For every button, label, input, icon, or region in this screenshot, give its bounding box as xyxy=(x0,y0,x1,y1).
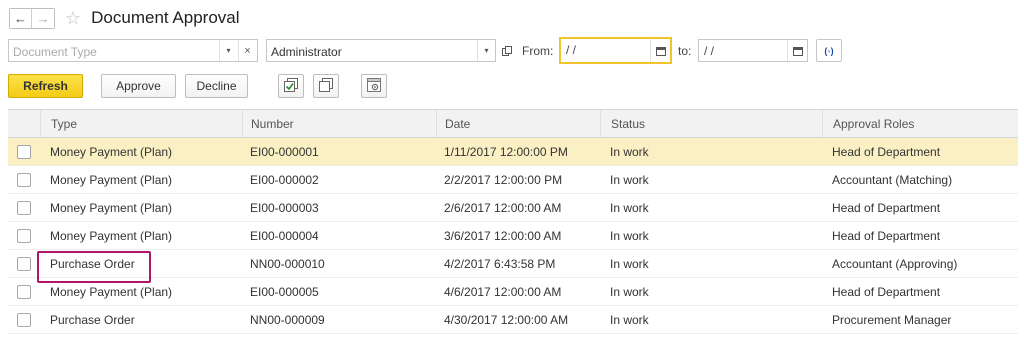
uncheck-all-button[interactable] xyxy=(313,74,339,98)
row-checkbox[interactable] xyxy=(17,172,31,187)
star-favorite-icon[interactable]: ☆ xyxy=(65,9,81,27)
table-row[interactable]: Money Payment (Plan) EI00-000003 2/6/201… xyxy=(8,194,1018,222)
clear-icon[interactable]: × xyxy=(238,40,256,61)
row-checkbox[interactable] xyxy=(17,200,31,215)
type-cell: Money Payment (Plan) xyxy=(50,144,173,159)
type-cell: Money Payment (Plan) xyxy=(50,200,173,215)
status-cell: In work xyxy=(610,144,649,159)
calendar-icon[interactable] xyxy=(787,40,807,61)
column-header-type[interactable]: Type xyxy=(40,110,242,137)
calendar-icon[interactable] xyxy=(650,39,670,62)
number-cell: EI00-000001 xyxy=(250,144,319,159)
row-checkbox[interactable] xyxy=(17,256,31,271)
row-checkbox-cell xyxy=(8,222,40,249)
table-row[interactable]: Purchase Order NN00-000009 4/30/2017 12:… xyxy=(8,306,1018,334)
status-cell: In work xyxy=(610,228,649,243)
date-cell: 3/6/2017 12:00:00 AM xyxy=(444,228,562,243)
row-checkbox-cell xyxy=(8,166,40,193)
filter-row: Document Type ▾ × Administrator ▾ From: … xyxy=(8,37,1018,64)
document-type-field[interactable]: Document Type ▾ × xyxy=(8,39,258,62)
settings-button[interactable] xyxy=(361,74,387,98)
approval-role-cell: Head of Department xyxy=(832,284,941,299)
type-cell: Money Payment (Plan) xyxy=(50,172,173,187)
type-cell: Purchase Order xyxy=(50,256,135,271)
uncheck-all-icon xyxy=(319,77,333,95)
from-date-value: / / xyxy=(566,43,577,57)
status-cell: In work xyxy=(610,256,649,271)
check-all-button[interactable] xyxy=(278,74,304,98)
number-cell: EI00-000004 xyxy=(250,228,319,243)
from-date-field[interactable]: / / xyxy=(559,37,672,64)
documents-table: Type Number Date Status Approval Roles M… xyxy=(8,109,1018,334)
type-cell: Money Payment (Plan) xyxy=(50,284,173,299)
refresh-button[interactable]: Refresh xyxy=(8,74,83,98)
table-row[interactable]: Money Payment (Plan) EI00-000004 3/6/201… xyxy=(8,222,1018,250)
row-checkbox-cell xyxy=(8,306,40,333)
approval-role-cell: Accountant (Approving) xyxy=(832,256,958,271)
document-type-placeholder: Document Type xyxy=(13,45,97,59)
user-field[interactable]: Administrator ▾ xyxy=(266,39,496,62)
date-cell: 1/11/2017 12:00:00 PM xyxy=(444,144,568,159)
type-cell: Money Payment (Plan) xyxy=(50,228,173,243)
approve-button[interactable]: Approve xyxy=(101,74,176,98)
status-cell: In work xyxy=(610,312,649,327)
to-date-field[interactable]: / / xyxy=(698,39,808,62)
date-cell: 4/2/2017 6:43:58 PM xyxy=(444,256,556,271)
date-cell: 4/6/2017 12:00:00 AM xyxy=(444,284,562,299)
back-arrow-icon[interactable]: ← xyxy=(10,8,32,28)
page-title: Document Approval xyxy=(91,8,240,27)
nav-buttons: ← → xyxy=(9,7,55,29)
column-header-date[interactable]: Date xyxy=(436,110,600,137)
approval-role-cell: Head of Department xyxy=(832,144,941,159)
row-checkbox-cell xyxy=(8,250,40,277)
forward-arrow-icon[interactable]: → xyxy=(32,8,54,28)
select-period-button[interactable]: (◦) xyxy=(816,39,842,62)
approval-role-cell: Procurement Manager xyxy=(832,312,952,327)
row-checkbox[interactable] xyxy=(17,312,31,327)
approval-role-cell: Accountant (Matching) xyxy=(832,172,953,187)
status-cell: In work xyxy=(610,200,649,215)
row-checkbox-cell xyxy=(8,194,40,221)
table-row[interactable]: Purchase Order NN00-000010 4/2/2017 6:43… xyxy=(8,250,1018,278)
status-cell: In work xyxy=(610,172,649,187)
number-cell: NN00-000009 xyxy=(250,312,325,327)
table-row[interactable]: Money Payment (Plan) EI00-000001 1/11/20… xyxy=(8,138,1018,166)
row-checkbox-cell xyxy=(8,278,40,305)
to-label: to: xyxy=(678,44,692,58)
check-all-icon xyxy=(284,77,298,95)
row-checkbox[interactable] xyxy=(17,228,31,243)
date-cell: 2/2/2017 12:00:00 PM xyxy=(444,172,563,187)
row-checkbox[interactable] xyxy=(17,284,31,299)
from-label: From: xyxy=(522,44,554,58)
command-bar: Refresh Approve Decline xyxy=(8,74,1018,98)
table-row[interactable]: Money Payment (Plan) EI00-000005 4/6/201… xyxy=(8,278,1018,306)
settings-icon xyxy=(367,77,381,95)
column-header-approval-roles[interactable]: Approval Roles xyxy=(822,110,1018,137)
approval-role-cell: Head of Department xyxy=(832,200,941,215)
user-value: Administrator xyxy=(271,45,342,59)
to-date-value: / / xyxy=(704,44,715,58)
chevron-down-icon[interactable]: ▾ xyxy=(477,40,495,61)
status-cell: In work xyxy=(610,284,649,299)
number-cell: EI00-000003 xyxy=(250,200,319,215)
number-cell: NN00-000010 xyxy=(250,256,325,271)
number-cell: EI00-000005 xyxy=(250,284,319,299)
open-icon[interactable] xyxy=(498,39,516,62)
column-header-number[interactable]: Number xyxy=(242,110,436,137)
decline-button[interactable]: Decline xyxy=(185,74,248,98)
chevron-down-icon[interactable]: ▾ xyxy=(219,40,237,61)
number-cell: EI00-000002 xyxy=(250,172,319,187)
column-header-status[interactable]: Status xyxy=(600,110,822,137)
table-row[interactable]: Money Payment (Plan) EI00-000002 2/2/201… xyxy=(8,166,1018,194)
date-cell: 2/6/2017 12:00:00 AM xyxy=(444,200,562,215)
type-cell: Purchase Order xyxy=(50,312,135,327)
row-checkbox-cell xyxy=(8,138,40,165)
row-checkbox[interactable] xyxy=(17,144,31,159)
title-bar: ← → ☆ Document Approval xyxy=(9,7,240,29)
header-checkbox-column xyxy=(8,110,40,137)
approval-role-cell: Head of Department xyxy=(832,228,941,243)
date-cell: 4/30/2017 12:00:00 AM xyxy=(444,312,569,327)
table-header: Type Number Date Status Approval Roles xyxy=(8,110,1018,138)
